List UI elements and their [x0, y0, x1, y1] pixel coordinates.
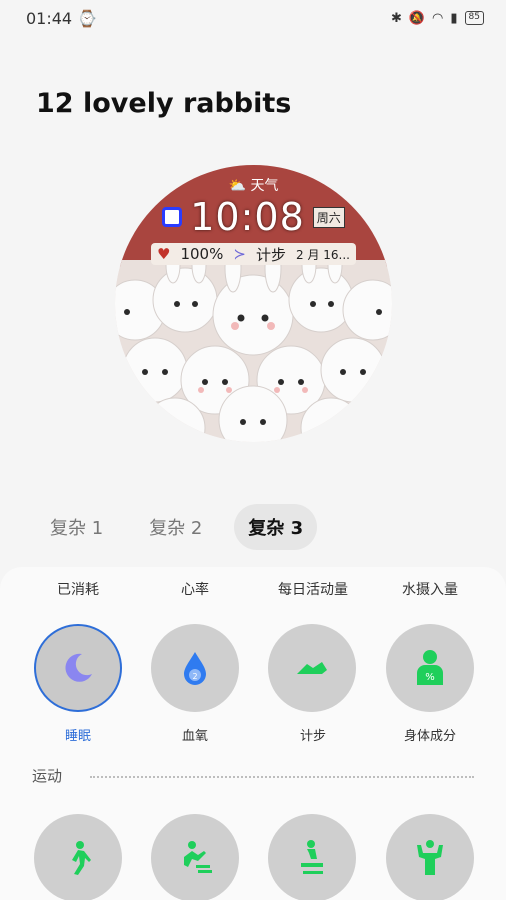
svg-text:%: % [425, 672, 435, 683]
strength-icon [417, 840, 443, 875]
battery-percent: 100% [180, 245, 224, 263]
steps-icon: ≻ [233, 245, 246, 263]
app-square-icon [162, 207, 183, 227]
battery-icon: 85 [464, 11, 484, 25]
complication-strength[interactable] [386, 814, 474, 900]
steps-label: 计步 [255, 245, 286, 264]
complication-sleep-label: 睡眠 [64, 729, 91, 744]
walk-icon [72, 841, 91, 875]
option-daily-activity[interactable]: 每日活动量 [258, 579, 368, 599]
complication-blood-oxygen[interactable]: 2 [151, 624, 239, 712]
complication-sleep[interactable] [34, 624, 122, 712]
mute-icon: 🔕 [408, 10, 426, 26]
watchface-time: 10:08 [190, 195, 305, 239]
option-water-intake[interactable]: 水摄入量 [375, 579, 485, 599]
watch-icon: ⌚ [77, 8, 98, 28]
watchface-day: 周六 [312, 206, 345, 228]
option-heart-rate[interactable]: 心率 [140, 579, 250, 599]
carrot-icon: ♥ [157, 245, 171, 263]
blood-oxygen-icon: 2 [184, 652, 206, 685]
svg-text:2: 2 [192, 672, 197, 681]
complication-blood-oxygen-label: 血氧 [181, 729, 208, 744]
weather-label: 天气 [250, 178, 279, 194]
option-consumed[interactable]: 已消耗 [23, 579, 133, 599]
bike-icon [301, 840, 323, 874]
page-title: 12 lovely rabbits [36, 88, 292, 119]
complication-treadmill[interactable] [151, 814, 239, 900]
status-bar: 01:44 ⌚ ✱ 🔕 ◠ ▮ 85 [0, 0, 506, 36]
complication-indoor-bike[interactable] [268, 814, 356, 900]
watchface-weather: ⛅ 天气 [115, 175, 392, 195]
shoe-icon [297, 662, 327, 674]
cloud-sun-icon: ⛅ [228, 178, 246, 194]
tab-complication-3[interactable]: 复杂 3 [234, 504, 318, 550]
body-composition-icon: % [417, 650, 443, 685]
watchface-info-bar: ♥ 100% ≻ 计步 2 月 16... [151, 243, 356, 265]
watchface-preview[interactable]: ⛅ 天气 10:08 周六 ♥ 100% ≻ 计步 2 月 16... [115, 165, 392, 442]
complication-walk[interactable] [34, 814, 122, 900]
running-machine-icon [184, 841, 212, 873]
moon-icon [65, 653, 92, 682]
watchface-time-row: 10:08 周六 [115, 195, 392, 239]
complication-steps-label: 计步 [299, 729, 326, 744]
section-title-sports: 运动 [32, 767, 63, 785]
complication-steps[interactable] [268, 624, 356, 712]
status-time: 01:44 [26, 8, 73, 28]
complication-body-composition-label: 身体成分 [403, 729, 456, 744]
bluetooth-icon: ✱ [390, 10, 402, 26]
wifi-icon: ◠ [432, 10, 444, 26]
complication-tabs: 复杂 1 复杂 2 复杂 3 [36, 504, 318, 550]
tab-complication-1[interactable]: 复杂 1 [36, 504, 117, 550]
complication-body-composition[interactable]: % [386, 624, 474, 712]
tab-complication-2[interactable]: 复杂 2 [135, 504, 216, 550]
rabbit-illustration [115, 260, 392, 442]
section-divider [90, 776, 474, 778]
sim-icon: ▮ [450, 10, 458, 26]
watchface-date: 2 月 16... [296, 247, 350, 262]
